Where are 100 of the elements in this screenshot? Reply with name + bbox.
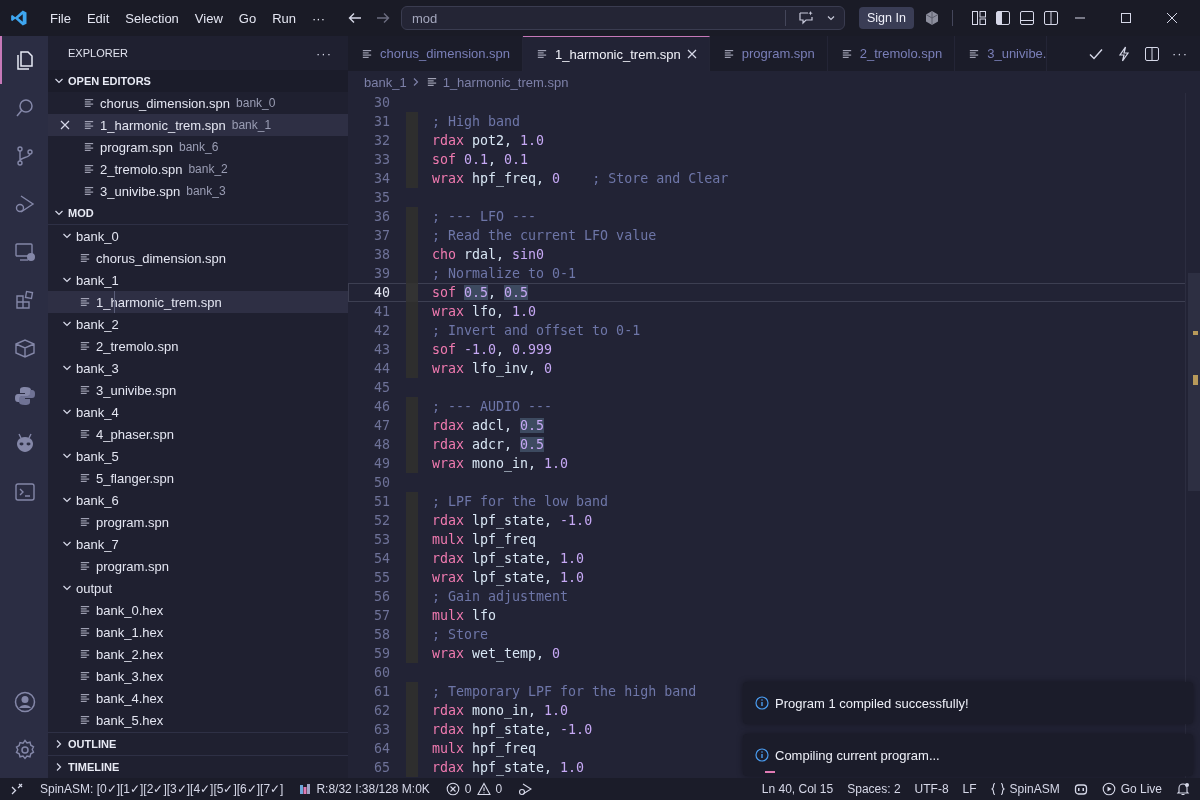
more-actions[interactable]: ··· bbox=[1172, 46, 1188, 61]
chat-sparkle-icon[interactable] bbox=[798, 10, 814, 26]
status-item[interactable]: Spaces: 2 bbox=[847, 782, 901, 796]
status-item[interactable]: SpinASM bbox=[1009, 782, 1060, 796]
status-item[interactable]: Go Live bbox=[1120, 782, 1162, 796]
file-tree-row[interactable]: program.spn bbox=[48, 555, 348, 577]
section-title[interactable]: MOD bbox=[68, 207, 94, 219]
chevron-right-icon[interactable] bbox=[54, 739, 64, 749]
editor-tab[interactable]: 3_univibe. bbox=[955, 36, 1048, 71]
file-tree-row[interactable]: bank_3.hex bbox=[48, 665, 348, 687]
menu-item[interactable]: ··· bbox=[304, 10, 333, 26]
bell-icon[interactable] bbox=[1176, 782, 1190, 796]
section-title[interactable]: OUTLINE bbox=[68, 738, 117, 750]
code-line: cho rdal, sin0 bbox=[432, 246, 545, 264]
toggle-sidebar-icon[interactable] bbox=[994, 10, 1011, 26]
layout-icon[interactable] bbox=[970, 10, 987, 26]
file-tree-row[interactable]: 2_tremolo.spn bbox=[48, 335, 348, 357]
warning-count[interactable]: 0 bbox=[495, 782, 503, 796]
chevron-down-icon[interactable] bbox=[62, 583, 72, 593]
file-tree-row[interactable]: 5_flanger.spn bbox=[48, 467, 348, 489]
split-editor-icon[interactable] bbox=[1144, 45, 1160, 62]
lightning-icon[interactable] bbox=[1116, 45, 1132, 62]
open-editor-item[interactable]: chorus_dimension.spn bank_0 bbox=[48, 92, 348, 114]
folder-hint: bank_1 bbox=[231, 118, 272, 132]
menu-item[interactable]: Edit bbox=[78, 10, 118, 26]
open-editor-item[interactable]: 2_tremolo.spn bank_2 bbox=[48, 158, 348, 180]
folder-tree-row[interactable]: bank_3 bbox=[48, 357, 348, 379]
status-item[interactable]: R:8/32 I:38/128 M:0K bbox=[316, 782, 430, 796]
folder-tree-row[interactable]: bank_4 bbox=[48, 401, 348, 423]
section-title[interactable]: TIMELINE bbox=[68, 761, 120, 773]
editor-tab[interactable]: 1_harmonic_trem.spn bbox=[523, 36, 710, 71]
error-count[interactable]: 0 bbox=[464, 782, 472, 796]
chevron-down-icon[interactable] bbox=[62, 407, 72, 417]
file-tree-row[interactable]: program.spn bbox=[48, 511, 348, 533]
chevron-down-icon[interactable] bbox=[62, 451, 72, 461]
chevron-down-icon[interactable] bbox=[826, 13, 836, 23]
folder-tree-row[interactable]: bank_0 bbox=[48, 225, 348, 247]
folder-tree-row[interactable]: bank_5 bbox=[48, 445, 348, 467]
status-item[interactable]: UTF-8 bbox=[914, 782, 949, 796]
menu-item[interactable]: Go bbox=[230, 10, 265, 26]
editor-tab[interactable]: 2_tremolo.spn bbox=[827, 36, 956, 71]
status-item[interactable]: Ln 40, Col 15 bbox=[761, 782, 834, 796]
editor-tab[interactable]: program.spn bbox=[709, 36, 828, 71]
toggle-panel-icon[interactable] bbox=[1018, 10, 1035, 26]
menu-item[interactable]: File bbox=[42, 10, 79, 26]
folder-tree-row[interactable]: bank_1 bbox=[48, 269, 348, 291]
menu-item[interactable]: View bbox=[186, 10, 231, 26]
search-field[interactable]: mod bbox=[401, 6, 845, 30]
folder-tree-row[interactable]: output bbox=[48, 577, 348, 599]
menu-item[interactable]: Selection bbox=[117, 10, 187, 26]
chevron-down-icon[interactable] bbox=[62, 363, 72, 373]
close-icon[interactable] bbox=[686, 49, 697, 59]
robot-face-icon[interactable] bbox=[1073, 782, 1088, 796]
forward-arrow-icon[interactable] bbox=[375, 10, 391, 26]
open-editor-item[interactable]: 3_univibe.spn bank_3 bbox=[48, 180, 348, 202]
interlocked-shapes-icon[interactable] bbox=[13, 384, 37, 408]
toggle-secondary-sidebar-icon[interactable] bbox=[1042, 10, 1059, 26]
file-tree-row[interactable]: bank_1.hex bbox=[48, 621, 348, 643]
sign-in-button[interactable]: Sign In bbox=[859, 7, 914, 29]
account-icon[interactable] bbox=[13, 690, 37, 714]
file-tree-row[interactable]: bank_5.hex bbox=[48, 709, 348, 731]
chevron-down-icon[interactable] bbox=[54, 76, 64, 86]
file-tree-row[interactable]: bank_0.hex bbox=[48, 599, 348, 621]
file-tree-row[interactable]: 4_phaser.spn bbox=[48, 423, 348, 445]
chevron-down-icon[interactable] bbox=[54, 208, 64, 218]
close-icon[interactable] bbox=[1166, 12, 1178, 24]
settings-icon[interactable] bbox=[13, 738, 37, 762]
run-debug-icon[interactable] bbox=[518, 782, 533, 796]
status-item[interactable]: SpinASM: [0✓][1✓][2✓][3✓][4✓][5✓][6✓][7✓] bbox=[40, 782, 284, 796]
file-tree-row[interactable]: chorus_dimension.spn bbox=[48, 247, 348, 269]
menu-item[interactable]: Run bbox=[264, 10, 304, 26]
folder-tree-row[interactable]: bank_7 bbox=[48, 533, 348, 555]
box-icon[interactable] bbox=[13, 336, 37, 360]
maximize-icon[interactable] bbox=[1120, 12, 1132, 24]
open-editor-item[interactable]: 1_harmonic_trem.spn bank_1 bbox=[48, 114, 348, 136]
open-editor-item[interactable]: program.spn bank_6 bbox=[48, 136, 348, 158]
status-item[interactable]: LF bbox=[962, 782, 977, 796]
remote-monitor-icon[interactable] bbox=[13, 240, 37, 264]
chevron-down-icon[interactable] bbox=[62, 539, 72, 549]
chevron-down-icon[interactable] bbox=[62, 319, 72, 329]
folder-tree-row[interactable]: bank_6 bbox=[48, 489, 348, 511]
scrollbar-thumb[interactable] bbox=[1188, 273, 1200, 491]
folder-tree-row[interactable]: bank_2 bbox=[48, 313, 348, 335]
remote-icon[interactable] bbox=[10, 782, 24, 796]
file-tree-row[interactable]: 1_harmonic_trem.spn bbox=[48, 291, 348, 313]
more-actions[interactable]: ··· bbox=[316, 45, 332, 61]
hexagon-icon[interactable] bbox=[923, 10, 940, 26]
chevron-down-icon[interactable] bbox=[62, 231, 72, 241]
chevron-down-icon[interactable] bbox=[62, 275, 72, 285]
chevron-down-icon[interactable] bbox=[62, 495, 72, 505]
breadcrumb[interactable]: 1_harmonic_trem.spn bbox=[442, 74, 569, 90]
file-tree-row[interactable]: 3_univibe.spn bbox=[48, 379, 348, 401]
file-tree-row[interactable]: bank_4.hex bbox=[48, 687, 348, 709]
back-arrow-icon[interactable] bbox=[347, 10, 363, 26]
chevron-right-icon[interactable] bbox=[54, 762, 64, 772]
breadcrumb[interactable]: bank_1 bbox=[364, 74, 407, 90]
file-tree-row[interactable]: bank_2.hex bbox=[48, 643, 348, 665]
section-title[interactable]: OPEN EDITORS bbox=[68, 75, 151, 87]
close-icon[interactable] bbox=[60, 120, 70, 130]
terminal-icon[interactable] bbox=[13, 480, 37, 504]
